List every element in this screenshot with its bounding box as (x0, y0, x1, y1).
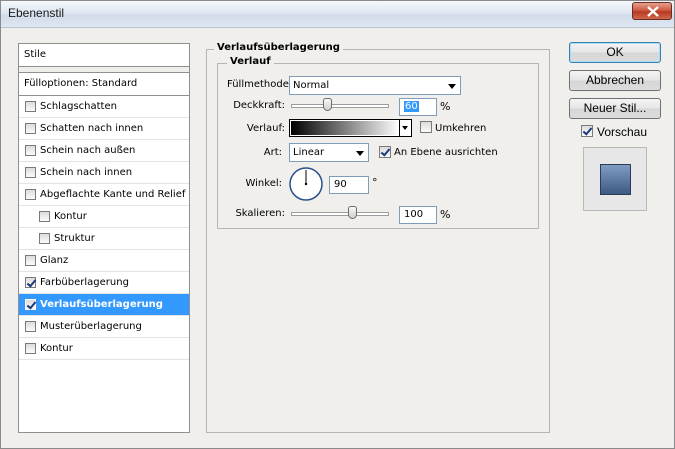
gradient-picker[interactable] (289, 119, 412, 137)
style-checkbox[interactable] (25, 189, 36, 200)
style-checkbox[interactable] (25, 343, 36, 354)
new-style-button[interactable]: Neuer Stil... (569, 98, 661, 119)
scale-slider-thumb[interactable] (347, 206, 357, 219)
style-checkbox[interactable] (25, 255, 36, 266)
style-checkbox[interactable] (25, 123, 36, 134)
effects-list: Schlagschatten Schatten nach innen Schein … (19, 96, 189, 360)
styles-header[interactable]: Stile (19, 44, 189, 67)
style-checkbox[interactable] (25, 167, 36, 178)
style-item-label: Glanz (40, 255, 69, 266)
style-item-label: Abgeflachte Kante und Relief (40, 189, 186, 200)
angle-input[interactable]: 90 (329, 176, 369, 194)
style-checkbox[interactable] (25, 101, 36, 112)
style-checkbox[interactable] (25, 321, 36, 332)
ok-button[interactable]: OK (569, 42, 661, 63)
style-label: Art: (263, 147, 282, 158)
blend-mode-select[interactable]: Normal (289, 76, 461, 95)
title-bar[interactable]: Ebenenstil (1, 1, 674, 28)
align-with-layer-checkbox[interactable] (379, 146, 391, 158)
style-item-label: Musterüberlagerung (40, 321, 142, 332)
preview-label: Vorschau (597, 125, 648, 139)
style-checkbox[interactable] (25, 277, 36, 288)
style-item-label: Schatten nach innen (40, 123, 144, 134)
style-checkbox[interactable] (25, 145, 36, 156)
reverse-label: Umkehren (435, 123, 487, 134)
align-with-layer-label: An Ebene ausrichten (394, 147, 498, 158)
group-title: Verlaufsüberlagerung (214, 42, 343, 53)
style-value: Linear (293, 147, 325, 158)
style-item[interactable]: Farbüberlagerung (19, 272, 189, 294)
opacity-slider-track[interactable] (291, 104, 389, 108)
styles-list: Stile Fülloptionen: Standard Schlagschat… (18, 43, 190, 433)
style-item-label: Schein nach innen (40, 167, 133, 178)
chevron-down-icon (402, 126, 408, 130)
chevron-down-icon (356, 151, 364, 156)
style-item-label: Kontur (54, 211, 87, 222)
style-select[interactable]: Linear (289, 143, 369, 162)
opacity-unit: % (440, 100, 451, 113)
style-item[interactable]: Musterüberlagerung (19, 316, 189, 338)
scale-label: Skalieren: (235, 208, 285, 219)
style-item[interactable]: Kontur (19, 338, 189, 360)
gradient-dropdown[interactable] (399, 120, 411, 136)
angle-dial[interactable] (288, 166, 324, 202)
close-button[interactable] (632, 2, 672, 20)
preview-checkbox[interactable] (581, 125, 593, 137)
angle-label: Winkel: (245, 178, 282, 189)
style-item[interactable]: Schein nach außen (19, 140, 189, 162)
close-icon (647, 6, 659, 17)
style-item[interactable]: Schatten nach innen (19, 118, 189, 140)
layer-style-dialog: Ebenenstil Stile Fülloptionen: Standard … (0, 0, 675, 449)
style-item-label: Kontur (40, 343, 73, 354)
gradient-label: Verlauf: (246, 123, 285, 134)
style-item[interactable]: Abgeflachte Kante und Relief (19, 184, 189, 206)
preview-swatch (600, 164, 631, 195)
scale-input[interactable]: 100 (399, 206, 437, 224)
style-item[interactable]: Glanz (19, 250, 189, 272)
style-item-label: Verlaufsüberlagerung (40, 299, 163, 310)
chevron-down-icon (448, 84, 456, 89)
style-item[interactable]: Schein nach innen (19, 162, 189, 184)
scale-slider-track[interactable] (291, 212, 389, 216)
style-item[interactable]: Verlaufsüberlagerung (19, 294, 189, 316)
gradient-swatch[interactable] (291, 121, 399, 135)
opacity-value: 60 (404, 101, 419, 112)
style-item[interactable]: Schlagschatten (19, 96, 189, 118)
blend-mode-label: Füllmethode: (227, 79, 293, 90)
scale-unit: % (440, 208, 451, 221)
blend-mode-value: Normal (293, 80, 330, 91)
style-item-label: Farbüberlagerung (40, 277, 129, 288)
angle-unit: ° (372, 176, 378, 189)
style-checkbox[interactable] (39, 233, 50, 244)
style-checkbox[interactable] (39, 211, 50, 222)
style-item-label: Struktur (54, 233, 95, 244)
style-preview (583, 147, 647, 211)
style-item[interactable]: Struktur (19, 228, 189, 250)
style-checkbox[interactable] (25, 299, 36, 310)
reverse-checkbox[interactable] (420, 121, 432, 133)
style-item-label: Schein nach außen (40, 145, 136, 156)
section-title: Verlauf (227, 56, 274, 67)
style-item-label: Schlagschatten (40, 101, 117, 112)
opacity-input[interactable]: 60 (399, 98, 437, 116)
style-item[interactable]: Kontur (19, 206, 189, 228)
opacity-label: Deckkraft: (233, 100, 285, 111)
cancel-button[interactable]: Abbrechen (569, 70, 661, 91)
blend-options-item[interactable]: Fülloptionen: Standard (19, 73, 189, 96)
window-title: Ebenenstil (8, 6, 65, 20)
opacity-slider-thumb[interactable] (323, 98, 333, 111)
